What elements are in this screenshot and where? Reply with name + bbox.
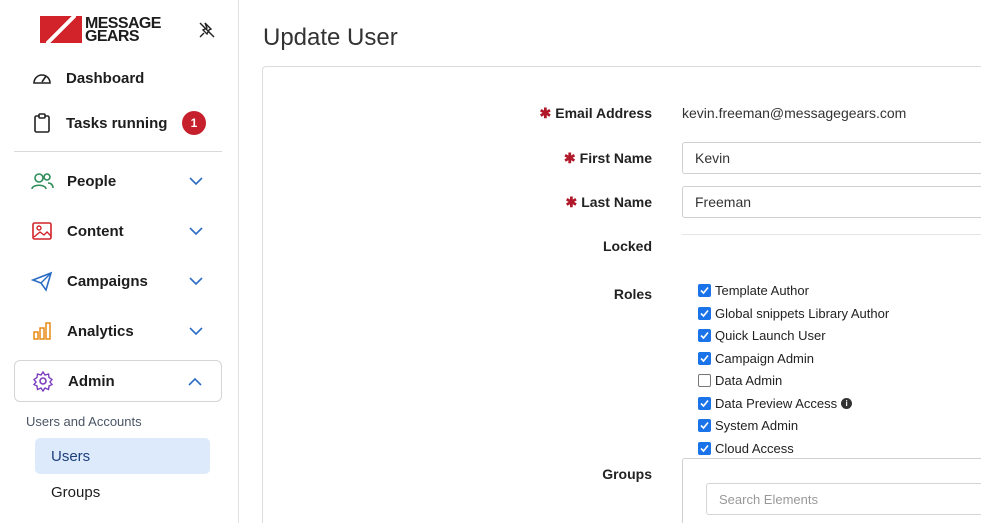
checkbox-checked-icon[interactable] <box>698 284 711 297</box>
role-checkbox-item[interactable]: Data Admin <box>698 373 782 388</box>
nav-analytics[interactable]: Analytics <box>14 310 222 352</box>
sidebar: MESSAGE GEARS Dashboard Tasks running 1 P… <box>0 0 239 523</box>
checkbox-checked-icon[interactable] <box>698 307 711 320</box>
role-label: Global snippets Library Author <box>715 306 890 321</box>
nav-content[interactable]: Content <box>14 210 222 252</box>
chevron-up-icon <box>188 377 202 386</box>
role-label: Cloud Access <box>715 441 794 456</box>
nav-divider <box>14 151 222 152</box>
chevron-down-icon <box>189 277 203 286</box>
nav-content-label: Content <box>67 222 124 240</box>
last-name-label: ✱ Last Name <box>565 194 652 210</box>
role-label: Quick Launch User <box>715 328 826 343</box>
paper-plane-icon <box>30 269 54 293</box>
groups-search-input[interactable]: Search Elements <box>706 483 981 515</box>
role-label: Template Author <box>715 283 809 298</box>
checkbox-checked-icon[interactable] <box>698 442 711 455</box>
role-label: Data Preview Access <box>715 396 838 411</box>
role-checkbox-item[interactable]: Quick Launch User <box>698 328 826 343</box>
email-label: ✱ Email Address <box>539 105 652 121</box>
role-label: Campaign Admin <box>715 351 814 366</box>
last-name-input[interactable]: Freeman <box>682 186 981 218</box>
checkbox-checked-icon[interactable] <box>698 419 711 432</box>
sub-item-groups[interactable]: Groups <box>35 474 210 510</box>
logo-mark-icon <box>40 16 82 43</box>
info-icon[interactable]: i <box>841 398 853 409</box>
checkbox-unchecked-icon[interactable] <box>698 374 711 387</box>
nav-people[interactable]: People <box>14 160 222 202</box>
roles-label: Roles <box>613 286 652 302</box>
chevron-down-icon <box>189 177 203 186</box>
role-checkbox-item[interactable]: Global snippets Library Author <box>698 306 889 321</box>
nav-dashboard-label: Dashboard <box>66 69 145 87</box>
nav-admin[interactable]: Admin <box>14 360 222 402</box>
logo-text: MESSAGE GEARS <box>85 14 161 45</box>
gear-icon <box>31 369 55 393</box>
admin-subhead: Users and Accounts <box>26 414 142 429</box>
tasks-count-badge: 1 <box>182 111 206 135</box>
checkbox-checked-icon[interactable] <box>698 397 711 410</box>
required-asterisk-icon: ✱ <box>565 194 578 210</box>
chevron-down-icon <box>189 327 203 336</box>
nav-analytics-label: Analytics <box>67 322 134 340</box>
page-title: Update User <box>263 24 398 51</box>
clipboard-icon <box>30 111 54 135</box>
brand-logo[interactable]: MESSAGE GEARS <box>40 14 161 45</box>
speedometer-icon <box>30 66 54 90</box>
pin-icon[interactable] <box>197 20 217 40</box>
first-name-label: ✱ First Name <box>563 150 652 166</box>
nav-dashboard[interactable]: Dashboard <box>30 66 220 90</box>
role-checkbox-item[interactable]: Cloud Access <box>698 441 794 456</box>
role-checkbox-item[interactable]: Campaign Admin <box>698 351 814 366</box>
nav-campaigns[interactable]: Campaigns <box>14 260 222 302</box>
first-name-input[interactable]: Kevin <box>682 142 981 174</box>
checkbox-checked-icon[interactable] <box>698 329 711 342</box>
required-asterisk-icon: ✱ <box>539 105 552 121</box>
sub-item-users[interactable]: Users <box>35 438 210 474</box>
email-value: kevin.freeman@messagegears.com <box>682 105 907 121</box>
role-label: System Admin <box>715 418 799 433</box>
nav-campaigns-label: Campaigns <box>67 272 148 290</box>
role-label: Data Admin <box>715 373 783 388</box>
nav-tasks-running[interactable]: Tasks running 1 <box>30 111 220 135</box>
role-checkbox-item[interactable]: Data Preview Access i <box>698 396 853 411</box>
bar-chart-icon <box>30 319 54 343</box>
chevron-down-icon <box>189 227 203 236</box>
nav-people-label: People <box>67 172 117 190</box>
checkbox-checked-icon[interactable] <box>698 352 711 365</box>
people-icon <box>30 169 54 193</box>
role-checkbox-item[interactable]: System Admin <box>698 418 798 433</box>
nav-admin-label: Admin <box>68 372 115 390</box>
locked-label: Locked <box>602 238 652 254</box>
role-checkbox-item[interactable]: Template Author <box>698 283 809 298</box>
nav-tasks-label: Tasks running <box>66 114 168 132</box>
image-icon <box>30 219 54 243</box>
required-asterisk-icon: ✱ <box>563 150 576 166</box>
field-divider <box>682 234 981 235</box>
groups-label: Groups <box>602 466 652 482</box>
